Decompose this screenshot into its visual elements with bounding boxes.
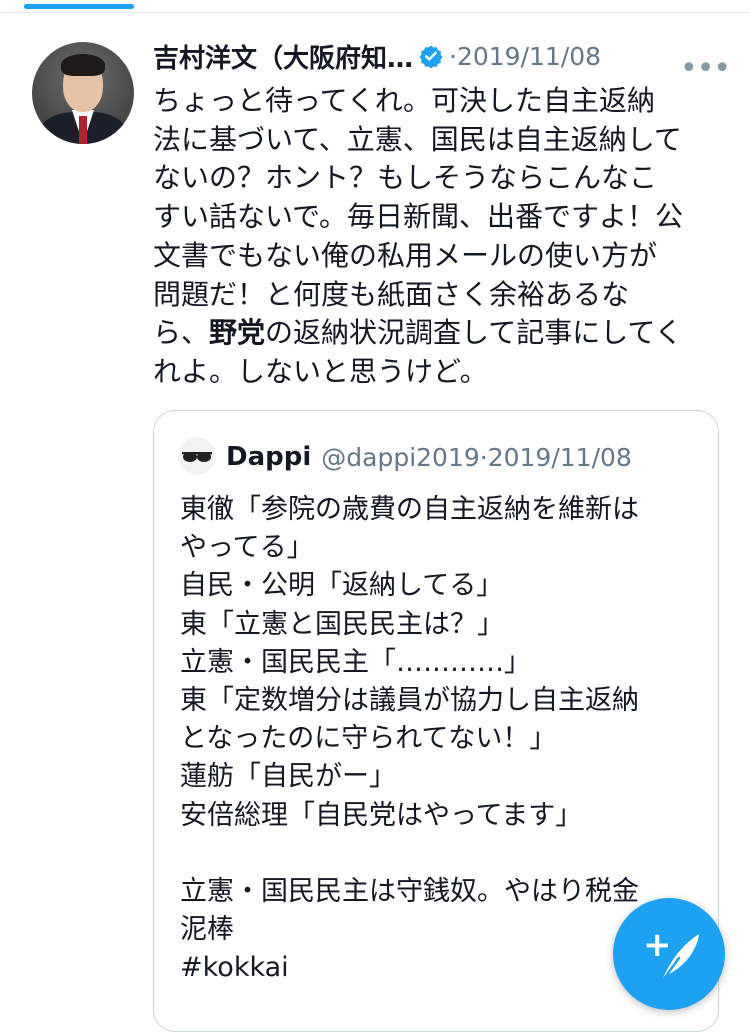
quote-text-line: 自民・公明「返納してる」: [180, 570, 504, 602]
tweet-text-line: ら、野党の返納状況調査して記事にしてく: [153, 316, 683, 350]
tweet-text-line: れよ。しないと思うけど。: [153, 354, 488, 388]
more-options-icon[interactable]: •••: [680, 54, 731, 84]
quote-author-name[interactable]: Dappi: [226, 442, 311, 472]
quote-text-line: 安倍総理「自民党はやってます」: [180, 799, 583, 831]
tweet-text-line: 問題だ！と何度も紙面さく余裕あるな: [153, 277, 630, 311]
feather-icon: [661, 934, 699, 982]
quote-text-line: 東「定数増分は議員が協力し自主返納: [180, 685, 639, 717]
bold-word: 野党: [209, 316, 266, 350]
tweet-text-line: 文書でもない俺の私用メールの使い方が: [153, 238, 658, 272]
verified-badge-icon: [419, 45, 443, 68]
top-tab-bar: [0, 0, 750, 13]
tweet-header: 吉村洋文（大阪府知… ·2019/11/08: [153, 38, 723, 74]
quote-avatar[interactable]: [178, 437, 216, 475]
avatar[interactable]: [32, 42, 134, 144]
tweet-text-line: ちょっと待ってくれ。可決した自主返納: [153, 84, 656, 117]
tweet-text-line: すい話ないで。毎日新聞、出番ですよ！公: [153, 200, 684, 234]
quote-text-line: 東「立憲と国民民主は？」: [180, 608, 504, 640]
tweet-text-line: 法に基づいて、立憲、国民は自主返納して: [153, 122, 682, 156]
sunglasses-icon: [182, 452, 212, 462]
tab-indicator: [24, 4, 134, 9]
tweet-text: ちょっと待ってくれ。可決した自主返納 法に基づいて、立憲、国民は自主返納して な…: [153, 82, 718, 392]
tweet-date[interactable]: ·2019/11/08: [449, 42, 601, 71]
quote-text-line: 立憲・国民民主「…………」: [180, 646, 531, 678]
quote-text-line: となったのに守られてない！」: [180, 723, 557, 755]
quote-handle-date: @dappi2019·2019/11/08: [321, 442, 632, 472]
quote-text-line: 蓮舫「自民がー」: [180, 761, 396, 793]
quote-text-line: 東徹「参院の歳費の自主返納を維新は: [180, 494, 639, 525]
quote-text-line: [180, 835, 700, 873]
author-name[interactable]: 吉村洋文（大阪府知…: [153, 38, 413, 75]
tweet-text-line: ないの？ホント？もしそうならこんなこ: [153, 161, 658, 195]
quote-header: Dappi @dappi2019·2019/11/08: [226, 439, 632, 475]
compose-tweet-button[interactable]: +: [613, 898, 725, 1010]
quote-text-line: やってる」: [180, 532, 314, 564]
